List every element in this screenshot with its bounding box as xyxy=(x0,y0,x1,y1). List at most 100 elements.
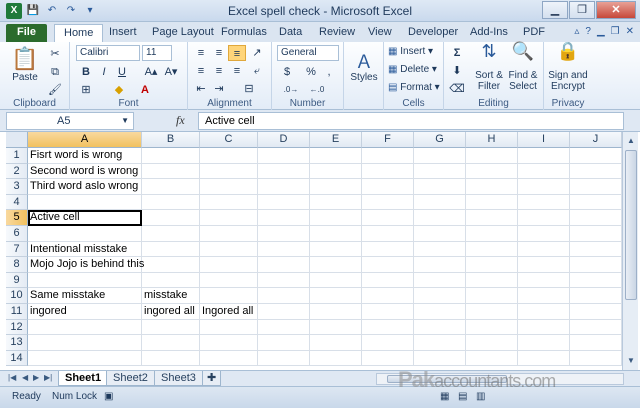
cell-a13[interactable] xyxy=(28,335,142,351)
name-box-dropdown-icon[interactable]: ▼ xyxy=(121,113,129,129)
cell-a6[interactable] xyxy=(28,226,142,242)
cell-h12[interactable] xyxy=(466,319,518,336)
cell-c10[interactable] xyxy=(200,288,258,304)
cell-d4[interactable] xyxy=(258,194,310,211)
cell-e4[interactable] xyxy=(310,194,362,211)
column-header-f[interactable]: F xyxy=(362,132,414,148)
cell-a4[interactable] xyxy=(28,194,142,211)
tab-home[interactable]: Home xyxy=(54,24,104,42)
row-header-9[interactable]: 9 xyxy=(6,272,28,289)
cell-d13[interactable] xyxy=(258,335,310,351)
cell-g12[interactable] xyxy=(414,319,466,336)
cell-h5[interactable] xyxy=(466,210,518,226)
prev-sheet-icon[interactable]: ◀ xyxy=(22,373,28,382)
cell-i2[interactable] xyxy=(518,163,570,180)
cell-d7[interactable] xyxy=(258,241,310,258)
row-header-12[interactable]: 12 xyxy=(6,319,28,336)
clear-icon[interactable]: ⌫ xyxy=(448,81,466,97)
row-header-13[interactable]: 13 xyxy=(6,335,28,351)
cell-h4[interactable] xyxy=(466,194,518,211)
cell-g2[interactable] xyxy=(414,163,466,180)
cell-g4[interactable] xyxy=(414,194,466,211)
formula-input[interactable]: Active cell xyxy=(198,112,624,130)
workbook-minimize-icon[interactable]: ▁ xyxy=(597,26,605,37)
cell-j6[interactable] xyxy=(570,226,622,242)
cell-f8[interactable] xyxy=(362,257,414,273)
cell-c2[interactable] xyxy=(200,163,258,180)
cell-c8[interactable] xyxy=(200,257,258,273)
cell-d2[interactable] xyxy=(258,163,310,180)
cell-g5[interactable] xyxy=(414,210,466,226)
percent-button[interactable]: % xyxy=(302,64,320,80)
cell-i5[interactable] xyxy=(518,210,570,226)
cell-b11[interactable]: ingored all xyxy=(142,304,200,320)
cell-h7[interactable] xyxy=(466,241,518,258)
tab-formulas[interactable]: Formulas xyxy=(212,24,276,42)
cell-i9[interactable] xyxy=(518,272,570,289)
row-header-4[interactable]: 4 xyxy=(6,194,28,211)
column-header-j[interactable]: J xyxy=(570,132,622,148)
cell-c4[interactable] xyxy=(200,194,258,211)
bold-button[interactable]: B xyxy=(77,64,95,80)
cell-d6[interactable] xyxy=(258,226,310,242)
cell-e13[interactable] xyxy=(310,335,362,351)
cell-h9[interactable] xyxy=(466,272,518,289)
sheet-tab-sheet3[interactable]: Sheet3 xyxy=(154,371,203,386)
cell-a2[interactable]: Second word is wrong xyxy=(28,163,142,180)
cell-b4[interactable] xyxy=(142,194,200,211)
column-header-c[interactable]: C xyxy=(200,132,258,148)
align-right-icon[interactable]: ≡ xyxy=(228,63,246,79)
cell-e12[interactable] xyxy=(310,319,362,336)
cell-i13[interactable] xyxy=(518,335,570,351)
cell-e8[interactable] xyxy=(310,257,362,273)
tab-developer[interactable]: Developer xyxy=(399,24,467,42)
cell-f11[interactable] xyxy=(362,304,414,320)
cell-e10[interactable] xyxy=(310,288,362,304)
cell-c12[interactable] xyxy=(200,319,258,336)
cell-i11[interactable] xyxy=(518,304,570,320)
cell-j5[interactable] xyxy=(570,210,622,226)
cell-g11[interactable] xyxy=(414,304,466,320)
sheet-tab-sheet1[interactable]: Sheet1 xyxy=(58,371,109,386)
cell-c13[interactable] xyxy=(200,335,258,351)
cell-g1[interactable] xyxy=(414,148,466,164)
sign-encrypt-button[interactable]: 🔒 Sign and Encrypt xyxy=(546,42,590,92)
merge-center-icon[interactable]: ⊟ xyxy=(240,81,258,97)
cell-b6[interactable] xyxy=(142,226,200,242)
cell-g14[interactable] xyxy=(414,350,466,367)
align-middle-icon[interactable]: ≡ xyxy=(210,45,228,61)
column-header-e[interactable]: E xyxy=(310,132,362,148)
decrease-decimal-icon[interactable]: ←.0 xyxy=(308,82,326,98)
help-icon[interactable]: ? xyxy=(585,26,591,37)
cell-a5[interactable]: Active cell xyxy=(28,210,142,226)
row-header-7[interactable]: 7 xyxy=(6,241,28,258)
fill-icon[interactable]: ⬇ xyxy=(448,63,466,79)
cell-d14[interactable] xyxy=(258,350,310,367)
row-header-1[interactable]: 1 xyxy=(6,148,28,164)
cell-d5[interactable] xyxy=(258,210,310,226)
font-size-select[interactable]: 11 xyxy=(142,45,172,61)
delete-cells-button[interactable]: ▦ Delete ▾ xyxy=(388,64,437,75)
cell-j9[interactable] xyxy=(570,272,622,289)
cell-d1[interactable] xyxy=(258,148,310,164)
row-header-3[interactable]: 3 xyxy=(6,179,28,195)
row-header-14[interactable]: 14 xyxy=(6,350,28,367)
cell-j1[interactable] xyxy=(570,148,622,164)
cell-g3[interactable] xyxy=(414,179,466,195)
column-header-a[interactable]: A xyxy=(28,132,142,148)
last-sheet-icon[interactable]: ▶| xyxy=(44,373,52,382)
scroll-down-icon[interactable]: ▼ xyxy=(623,354,639,368)
cell-h8[interactable] xyxy=(466,257,518,273)
vertical-scroll-thumb[interactable] xyxy=(625,150,637,300)
cell-j10[interactable] xyxy=(570,288,622,304)
cell-i1[interactable] xyxy=(518,148,570,164)
underline-button[interactable]: U xyxy=(113,64,131,80)
row-header-5[interactable]: 5 xyxy=(6,210,28,226)
vertical-scrollbar[interactable]: ▲ ▼ xyxy=(622,132,638,370)
row-header-8[interactable]: 8 xyxy=(6,257,28,273)
cell-f4[interactable] xyxy=(362,194,414,211)
decrease-indent-icon[interactable]: ⇤ xyxy=(192,81,210,97)
autosum-button[interactable]: Σ xyxy=(448,45,466,61)
tab-review[interactable]: Review xyxy=(310,24,364,42)
cell-a10[interactable]: Same misstake xyxy=(28,288,142,304)
